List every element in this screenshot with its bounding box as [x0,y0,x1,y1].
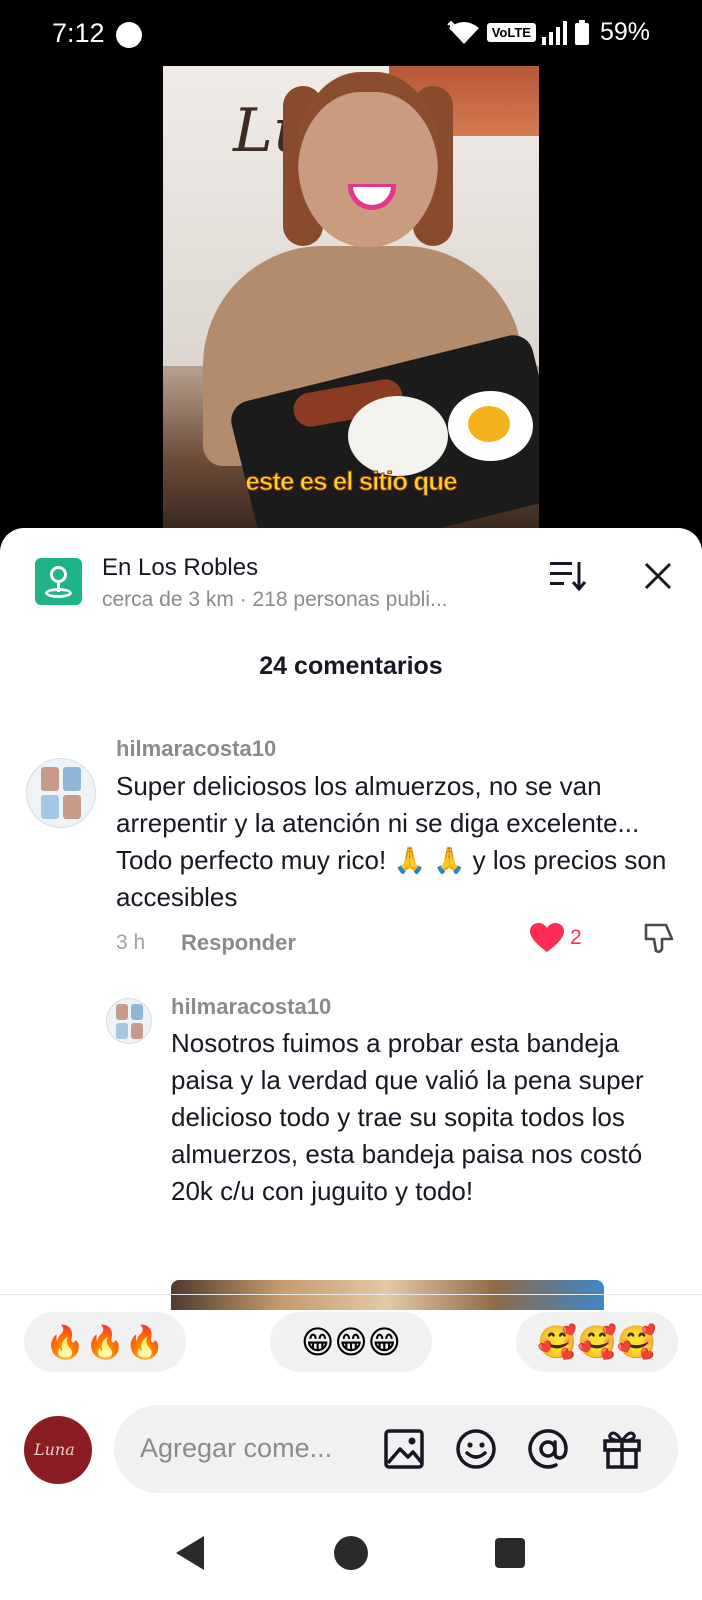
back-icon[interactable] [176,1536,204,1570]
comments-sheet: En Los Robles cerca de 3 km · 218 person… [0,528,702,1600]
status-bar: 7:12 VoLTE 59% [0,0,702,66]
video-person-head [298,72,438,247]
system-nav-bar [0,1516,702,1600]
home-icon[interactable] [334,1536,368,1570]
recent-apps-icon[interactable] [495,1538,525,1568]
signal-icon [541,20,567,45]
quick-emoji-fire[interactable]: 🔥🔥🔥 [24,1312,186,1372]
comment-input[interactable] [140,1425,370,1471]
comment-username[interactable]: hilmaracosta10 [171,994,331,1020]
comment-input-container[interactable] [114,1405,678,1493]
comment-image-preview[interactable] [171,1280,604,1310]
status-indicators: VoLTE 59% [446,18,650,47]
comment-reply-item: hilmaracosta10 Nosotros fuimos a probar … [0,528,702,1310]
gift-icon[interactable] [600,1427,644,1471]
battery-percent: 59% [599,18,650,46]
notification-dot-icon [116,22,142,48]
video-food-yolk [468,406,510,442]
quick-emoji-grin[interactable]: 😁😁😁 [270,1312,432,1372]
video-player[interactable]: Lun este es el sitio que [163,66,539,528]
image-icon[interactable] [382,1427,426,1471]
avatar[interactable] [106,998,152,1044]
video-food-rice [348,396,448,476]
comment-text: Nosotros fuimos a probar esta bandeja pa… [171,1028,644,1206]
wifi-icon [446,20,479,44]
volte-badge: VoLTE [486,23,536,42]
user-avatar[interactable]: Luna [24,1416,92,1484]
quick-emoji-love[interactable]: 🥰🥰🥰 [516,1312,678,1372]
video-caption: este es el sitio que [245,466,458,497]
emoji-icon[interactable] [454,1427,498,1471]
mention-icon[interactable] [526,1427,570,1471]
battery-icon [574,19,589,45]
status-time: 7:12 [52,18,105,48]
divider [0,1294,702,1295]
